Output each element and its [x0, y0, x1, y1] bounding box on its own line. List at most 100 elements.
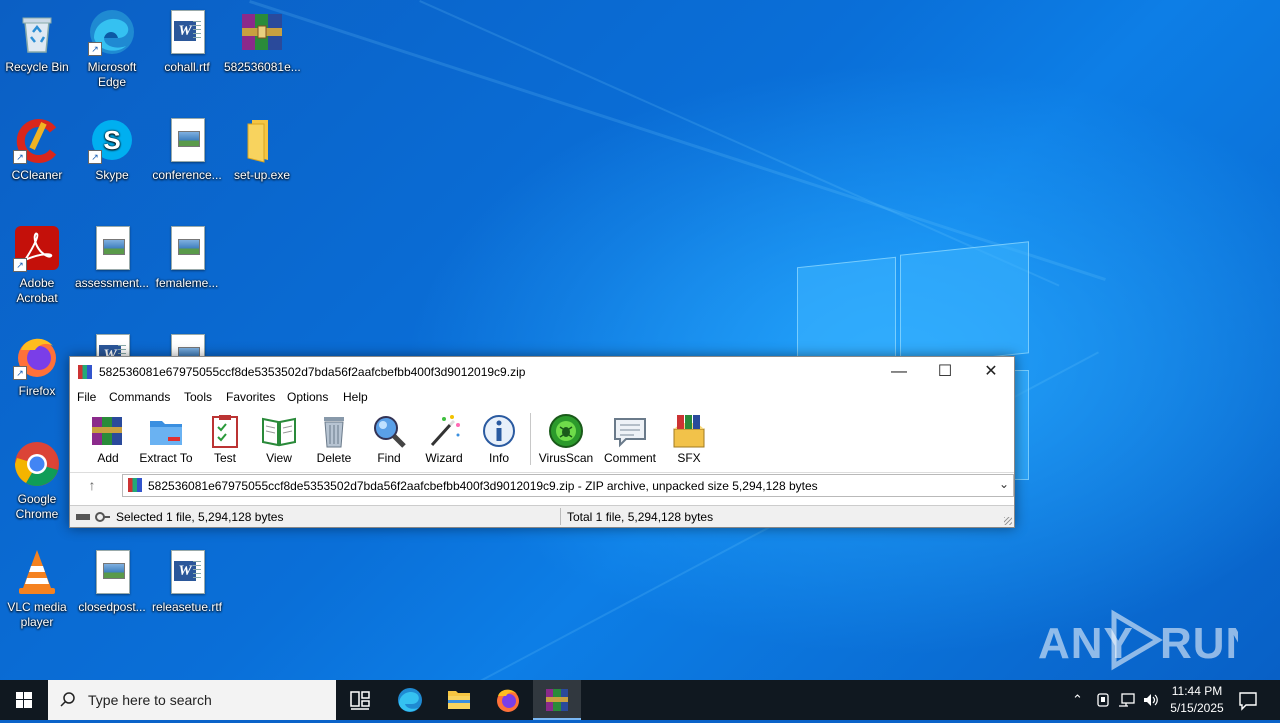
taskbar-file-explorer[interactable] [435, 680, 483, 720]
desktop-icon-label: assessment... [74, 276, 150, 290]
menu-commands[interactable]: Commands [109, 390, 170, 404]
archive-path-text: 582536081e67975055ccf8de5353502d7bda56f2… [148, 479, 818, 493]
skype-icon: S ↗ [88, 116, 136, 164]
comment-button[interactable]: Comment [600, 413, 660, 469]
svg-text:RUN: RUN [1160, 619, 1238, 668]
archive-path-field[interactable]: 582536081e67975055ccf8de5353502d7bda56f2… [122, 474, 1014, 497]
view-label: View [266, 451, 292, 465]
desktop-icon-ccleaner[interactable]: ↗ CCleaner [0, 110, 75, 183]
add-label: Add [97, 451, 119, 465]
desktop-icon-firefox[interactable]: ↗ Firefox [0, 326, 75, 399]
clock-date: 5/15/2025 [1170, 701, 1224, 715]
resize-grip[interactable] [1004, 517, 1012, 525]
adobe-acrobat-icon: ↗ [13, 224, 61, 272]
status-selected: Selected 1 file, 5,294,128 bytes [116, 510, 284, 524]
wallpaper-beam [249, 0, 1106, 281]
desktop-icon-label: releasetue.rtf [151, 600, 223, 614]
menu-file[interactable]: File [77, 390, 96, 404]
test-button[interactable]: Test [195, 413, 255, 469]
desktop-icon-assessment[interactable]: assessment... [74, 218, 150, 291]
add-button[interactable]: Add [78, 413, 138, 469]
virusscan-label: VirusScan [538, 451, 594, 465]
wallpaper-beam [419, 0, 1060, 287]
menu-options[interactable]: Options [287, 390, 328, 404]
menu-tools[interactable]: Tools [184, 390, 212, 404]
menu-favorites[interactable]: Favorites [226, 390, 275, 404]
firefox-icon [497, 689, 519, 712]
delete-button[interactable]: Delete [304, 413, 364, 469]
view-button[interactable]: View [249, 413, 309, 469]
extract-to-button[interactable]: Extract To [136, 413, 196, 469]
find-button[interactable]: Find [359, 413, 419, 469]
maximize-button[interactable]: ☐ [922, 357, 968, 387]
desktop-icon-conference[interactable]: conference... [149, 110, 225, 183]
add-archive-icon [90, 413, 126, 449]
chevron-down-icon[interactable]: ⌄ [999, 477, 1009, 491]
desktop-icon-hidden-word[interactable]: W [74, 326, 150, 356]
desktop-icon-label: CCleaner [11, 168, 63, 182]
desktop-icon-closedpost[interactable]: closedpost... [74, 542, 150, 615]
desktop-icon-releasetue[interactable]: W releasetue.rtf [149, 542, 225, 615]
search-box[interactable]: Type here to search [48, 680, 336, 720]
desktop-icon-label: Google Chrome [15, 492, 59, 521]
task-view-icon [350, 691, 370, 710]
desktop-icon-label: cohall.rtf [164, 60, 210, 74]
desktop-icon-femaleme[interactable]: femaleme... [149, 218, 225, 291]
taskbar-edge[interactable] [386, 680, 434, 720]
desktop-icon-setup[interactable]: set-up.exe [224, 110, 300, 183]
desktop-icon-vlc[interactable]: VLC media player [0, 542, 75, 630]
chrome-icon [13, 440, 61, 488]
desktop-icon-adobe-acrobat[interactable]: ↗ Adobe Acrobat [0, 218, 75, 306]
notification-center-button[interactable] [1236, 688, 1260, 712]
extract-to-label: Extract To [139, 451, 193, 465]
wizard-button[interactable]: Wizard [414, 413, 474, 469]
test-clipboard-icon [207, 413, 243, 449]
clock[interactable]: 11:44 PM 5/15/2025 [1160, 683, 1234, 717]
info-button[interactable]: Info [469, 413, 529, 469]
close-button[interactable]: ✕ [968, 357, 1014, 387]
network-icon[interactable] [1118, 692, 1136, 711]
winrar-archive-icon [238, 8, 286, 56]
title-bar[interactable]: 582536081e67975055ccf8de5353502d7bda56f2… [70, 357, 1014, 387]
image-file-icon [163, 116, 211, 164]
taskbar-winrar[interactable] [533, 680, 581, 720]
magnifier-icon [371, 413, 407, 449]
desktop-icon-skype[interactable]: S ↗ Skype [74, 110, 150, 183]
notification-icon [1239, 692, 1257, 711]
desktop-icon-google-chrome[interactable]: Google Chrome [0, 434, 75, 522]
search-placeholder: Type here to search [88, 692, 212, 708]
wallpaper-logo-pane [1013, 370, 1029, 480]
minimize-button[interactable]: — [876, 357, 922, 387]
desktop-icon-hidden-image[interactable] [149, 326, 225, 356]
wizard-label: Wizard [425, 451, 463, 465]
task-view-button[interactable] [336, 680, 384, 720]
drive-key-icon [76, 511, 110, 522]
taskbar-firefox[interactable] [484, 680, 532, 720]
desktop-icon-microsoft-edge[interactable]: ↗ Microsoft Edge [74, 2, 150, 90]
start-button[interactable] [0, 680, 48, 720]
find-label: Find [377, 451, 401, 465]
winrar-window[interactable]: 582536081e67975055ccf8de5353502d7bda56f2… [69, 356, 1015, 528]
menu-help[interactable]: Help [343, 390, 368, 404]
image-file-icon [88, 224, 136, 272]
status-total: Total 1 file, 5,294,128 bytes [567, 510, 714, 524]
image-file-icon [163, 224, 211, 272]
toolbar-separator [530, 413, 531, 465]
desktop-icon-archive[interactable]: 582536081e... [224, 2, 301, 75]
word-document-icon: W [163, 548, 211, 596]
volume-icon[interactable] [1142, 692, 1160, 711]
info-label: Info [488, 451, 509, 465]
file-list[interactable] [70, 498, 1014, 504]
defender-icon[interactable] [1095, 692, 1111, 711]
virusscan-button[interactable]: VirusScan [536, 413, 596, 469]
desktop-icon-cohall[interactable]: W cohall.rtf [149, 2, 225, 75]
sfx-button[interactable]: SFX [659, 413, 719, 469]
desktop-icon-label: Firefox [18, 384, 56, 398]
ccleaner-icon: ↗ [13, 116, 61, 164]
shortcut-arrow-icon: ↗ [13, 258, 27, 272]
up-arrow-icon[interactable]: ↑ [82, 476, 102, 494]
chevron-up-icon[interactable]: ⌃ [1072, 692, 1083, 708]
desktop-icon-recycle-bin[interactable]: Recycle Bin [0, 2, 75, 75]
edge-icon: ↗ [88, 8, 136, 56]
view-book-icon [261, 413, 297, 449]
